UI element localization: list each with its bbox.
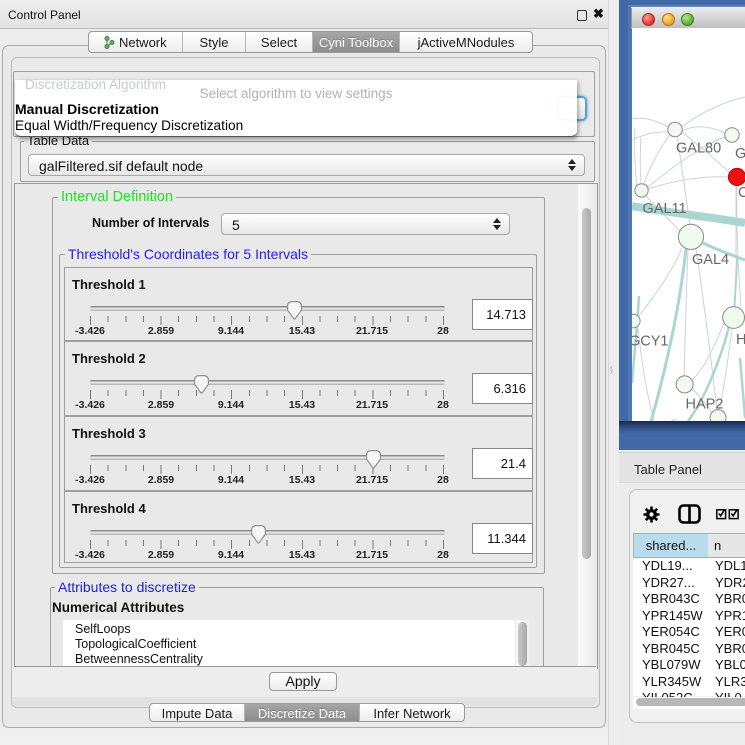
svg-text:HAP2: HAP2 bbox=[686, 397, 724, 413]
svg-text:GA: GA bbox=[735, 146, 745, 162]
svg-text:GAL80: GAL80 bbox=[676, 141, 721, 157]
svg-text:GCY1: GCY1 bbox=[632, 334, 669, 350]
svg-text:GAL4: GAL4 bbox=[692, 252, 729, 268]
svg-text:CY: CY bbox=[738, 185, 745, 201]
svg-text:H: H bbox=[736, 332, 745, 348]
svg-text:GAL11: GAL11 bbox=[643, 201, 687, 217]
